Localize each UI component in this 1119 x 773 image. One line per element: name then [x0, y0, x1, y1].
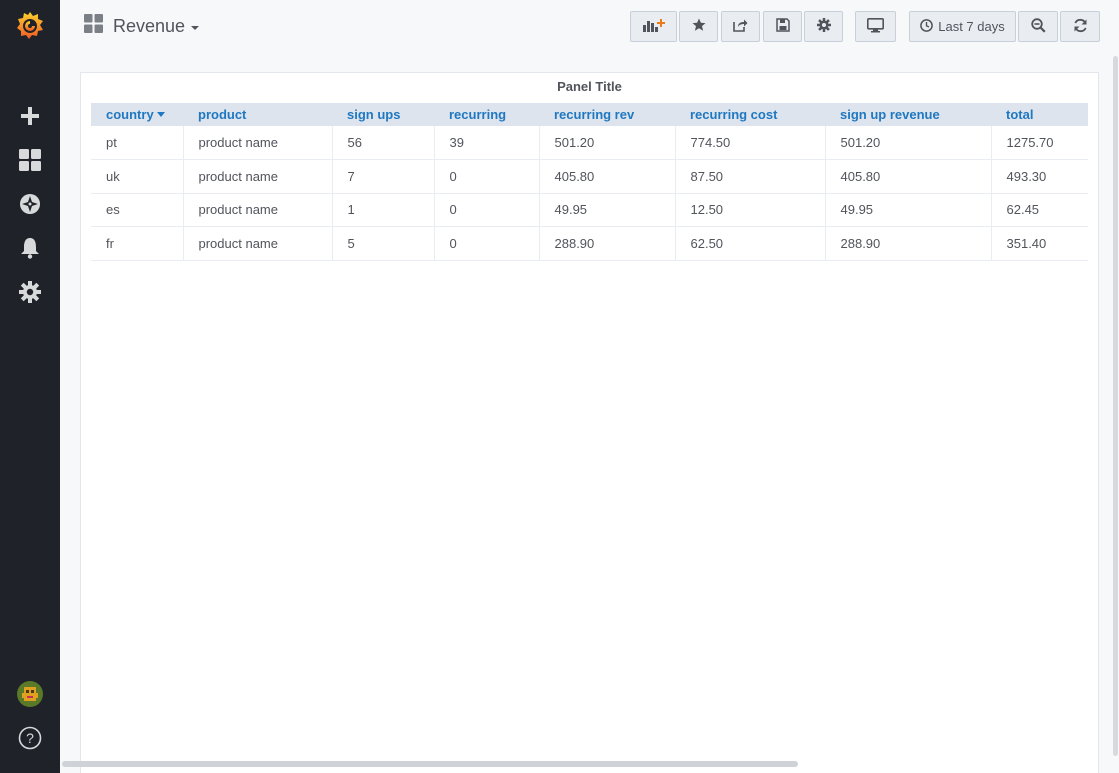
chevron-down-icon [191, 26, 200, 30]
table-cell: product name [183, 193, 333, 227]
dashboard-picker[interactable]: Revenue [84, 14, 200, 38]
compass-explore-icon[interactable] [0, 184, 60, 224]
table-cell: 501.20 [539, 126, 676, 160]
table-cell: 405.80 [539, 159, 676, 193]
table-panel: Panel Title country product sign ups rec… [80, 72, 1099, 773]
dashboards-grid-icon[interactable] [0, 140, 60, 180]
table-cell: uk [91, 159, 184, 193]
table-cell: es [91, 193, 184, 227]
save-icon [775, 18, 790, 35]
column-header-label: country [106, 107, 154, 122]
dashboard-title: Revenue [113, 15, 186, 36]
table-cell: 493.30 [1006, 168, 1047, 184]
dashboard-navbar: Revenue Last 7 days [60, 0, 1119, 52]
table-cell: 56 [332, 126, 435, 160]
table-cell: 62.45 [1006, 202, 1040, 218]
table-row: uk product name 7 0 405.80 87.50 405.80 … [91, 159, 1088, 193]
add-panel-button[interactable] [630, 11, 677, 42]
table-cell: 0 [434, 193, 540, 227]
table-cell: 405.80 [825, 159, 992, 193]
help-question-icon[interactable]: ? [0, 718, 60, 758]
table-cell: product name [183, 159, 333, 193]
panel-title[interactable]: Panel Title [81, 79, 1098, 94]
table-cell: 288.90 [539, 226, 676, 260]
column-header-recurring-cost[interactable]: recurring cost [675, 103, 825, 126]
table-cell: 1275.70 [1006, 135, 1054, 150]
table-cell: 12.50 [675, 193, 826, 227]
table-cell: product name [183, 226, 333, 260]
column-header-country[interactable]: country [91, 103, 183, 126]
table-cell: 0 [434, 226, 540, 260]
clock-icon [920, 18, 934, 35]
share-icon [733, 18, 748, 35]
table-cell: 49.95 [825, 193, 992, 227]
zoom-out-button[interactable] [1018, 11, 1058, 42]
user-avatar-icon[interactable] [0, 674, 60, 714]
table-cell: product name [183, 126, 333, 160]
star-dashboard-button[interactable] [679, 11, 718, 42]
table-cell: 7 [332, 159, 435, 193]
column-header-total[interactable]: total [991, 103, 1088, 126]
time-range-label: Last 7 days [938, 19, 1005, 34]
add-panel-icon [642, 18, 665, 35]
help-glyph: ? [26, 730, 34, 746]
table-cell: 49.95 [539, 193, 676, 227]
table-row: fr product name 5 0 288.90 62.50 288.90 … [91, 226, 1088, 260]
sidebar: ? [0, 0, 60, 773]
refresh-button[interactable] [1060, 11, 1100, 42]
table-cell: 62.50 [675, 226, 826, 260]
refresh-icon [1073, 18, 1088, 36]
column-header-product[interactable]: product [183, 103, 332, 126]
sort-desc-icon [156, 112, 165, 118]
table-cell: 87.50 [675, 159, 826, 193]
table-cell: 39 [434, 126, 540, 160]
monitor-view-mode-icon [867, 17, 884, 36]
grafana-logo-icon[interactable] [0, 6, 60, 46]
gear-configuration-icon[interactable] [0, 272, 60, 312]
time-range-picker-button[interactable]: Last 7 days [909, 11, 1016, 42]
column-header-recurring-rev[interactable]: recurring rev [539, 103, 675, 126]
share-dashboard-button[interactable] [721, 11, 760, 42]
horizontal-scrollbar[interactable] [62, 761, 798, 767]
data-table: country product sign ups recurring recur… [91, 103, 1088, 261]
table-cell: fr [91, 226, 184, 260]
table-cell: 351.40 [1006, 235, 1047, 251]
table-cell: 288.90 [825, 226, 992, 260]
plus-icon[interactable] [0, 96, 60, 136]
dashboard-settings-button[interactable] [804, 11, 843, 42]
table-cell: 501.20 [825, 126, 992, 160]
table-cell: 0 [434, 159, 540, 193]
table-cell: 5 [332, 226, 435, 260]
dashboards-grid-icon [84, 14, 103, 38]
view-mode-button[interactable] [855, 11, 896, 42]
table-header-row: country product sign ups recurring recur… [91, 103, 1088, 126]
table-row: es product name 1 0 49.95 12.50 49.95 62… [91, 193, 1088, 227]
settings-gear-icon [816, 18, 831, 35]
table-cell: 774.50 [675, 126, 826, 160]
star-icon [692, 18, 706, 35]
column-header-recurring[interactable]: recurring [434, 103, 539, 126]
vertical-scrollbar[interactable] [1113, 56, 1118, 756]
zoom-out-icon [1030, 17, 1046, 36]
bell-alerting-icon[interactable] [0, 228, 60, 268]
table-row: pt product name 56 39 501.20 774.50 501.… [91, 126, 1088, 160]
column-header-sign-ups[interactable]: sign ups [332, 103, 434, 126]
table-cell: 1 [332, 193, 435, 227]
column-header-sign-up-revenue[interactable]: sign up revenue [825, 103, 991, 126]
save-dashboard-button[interactable] [763, 11, 802, 42]
table-cell: pt [91, 126, 184, 160]
